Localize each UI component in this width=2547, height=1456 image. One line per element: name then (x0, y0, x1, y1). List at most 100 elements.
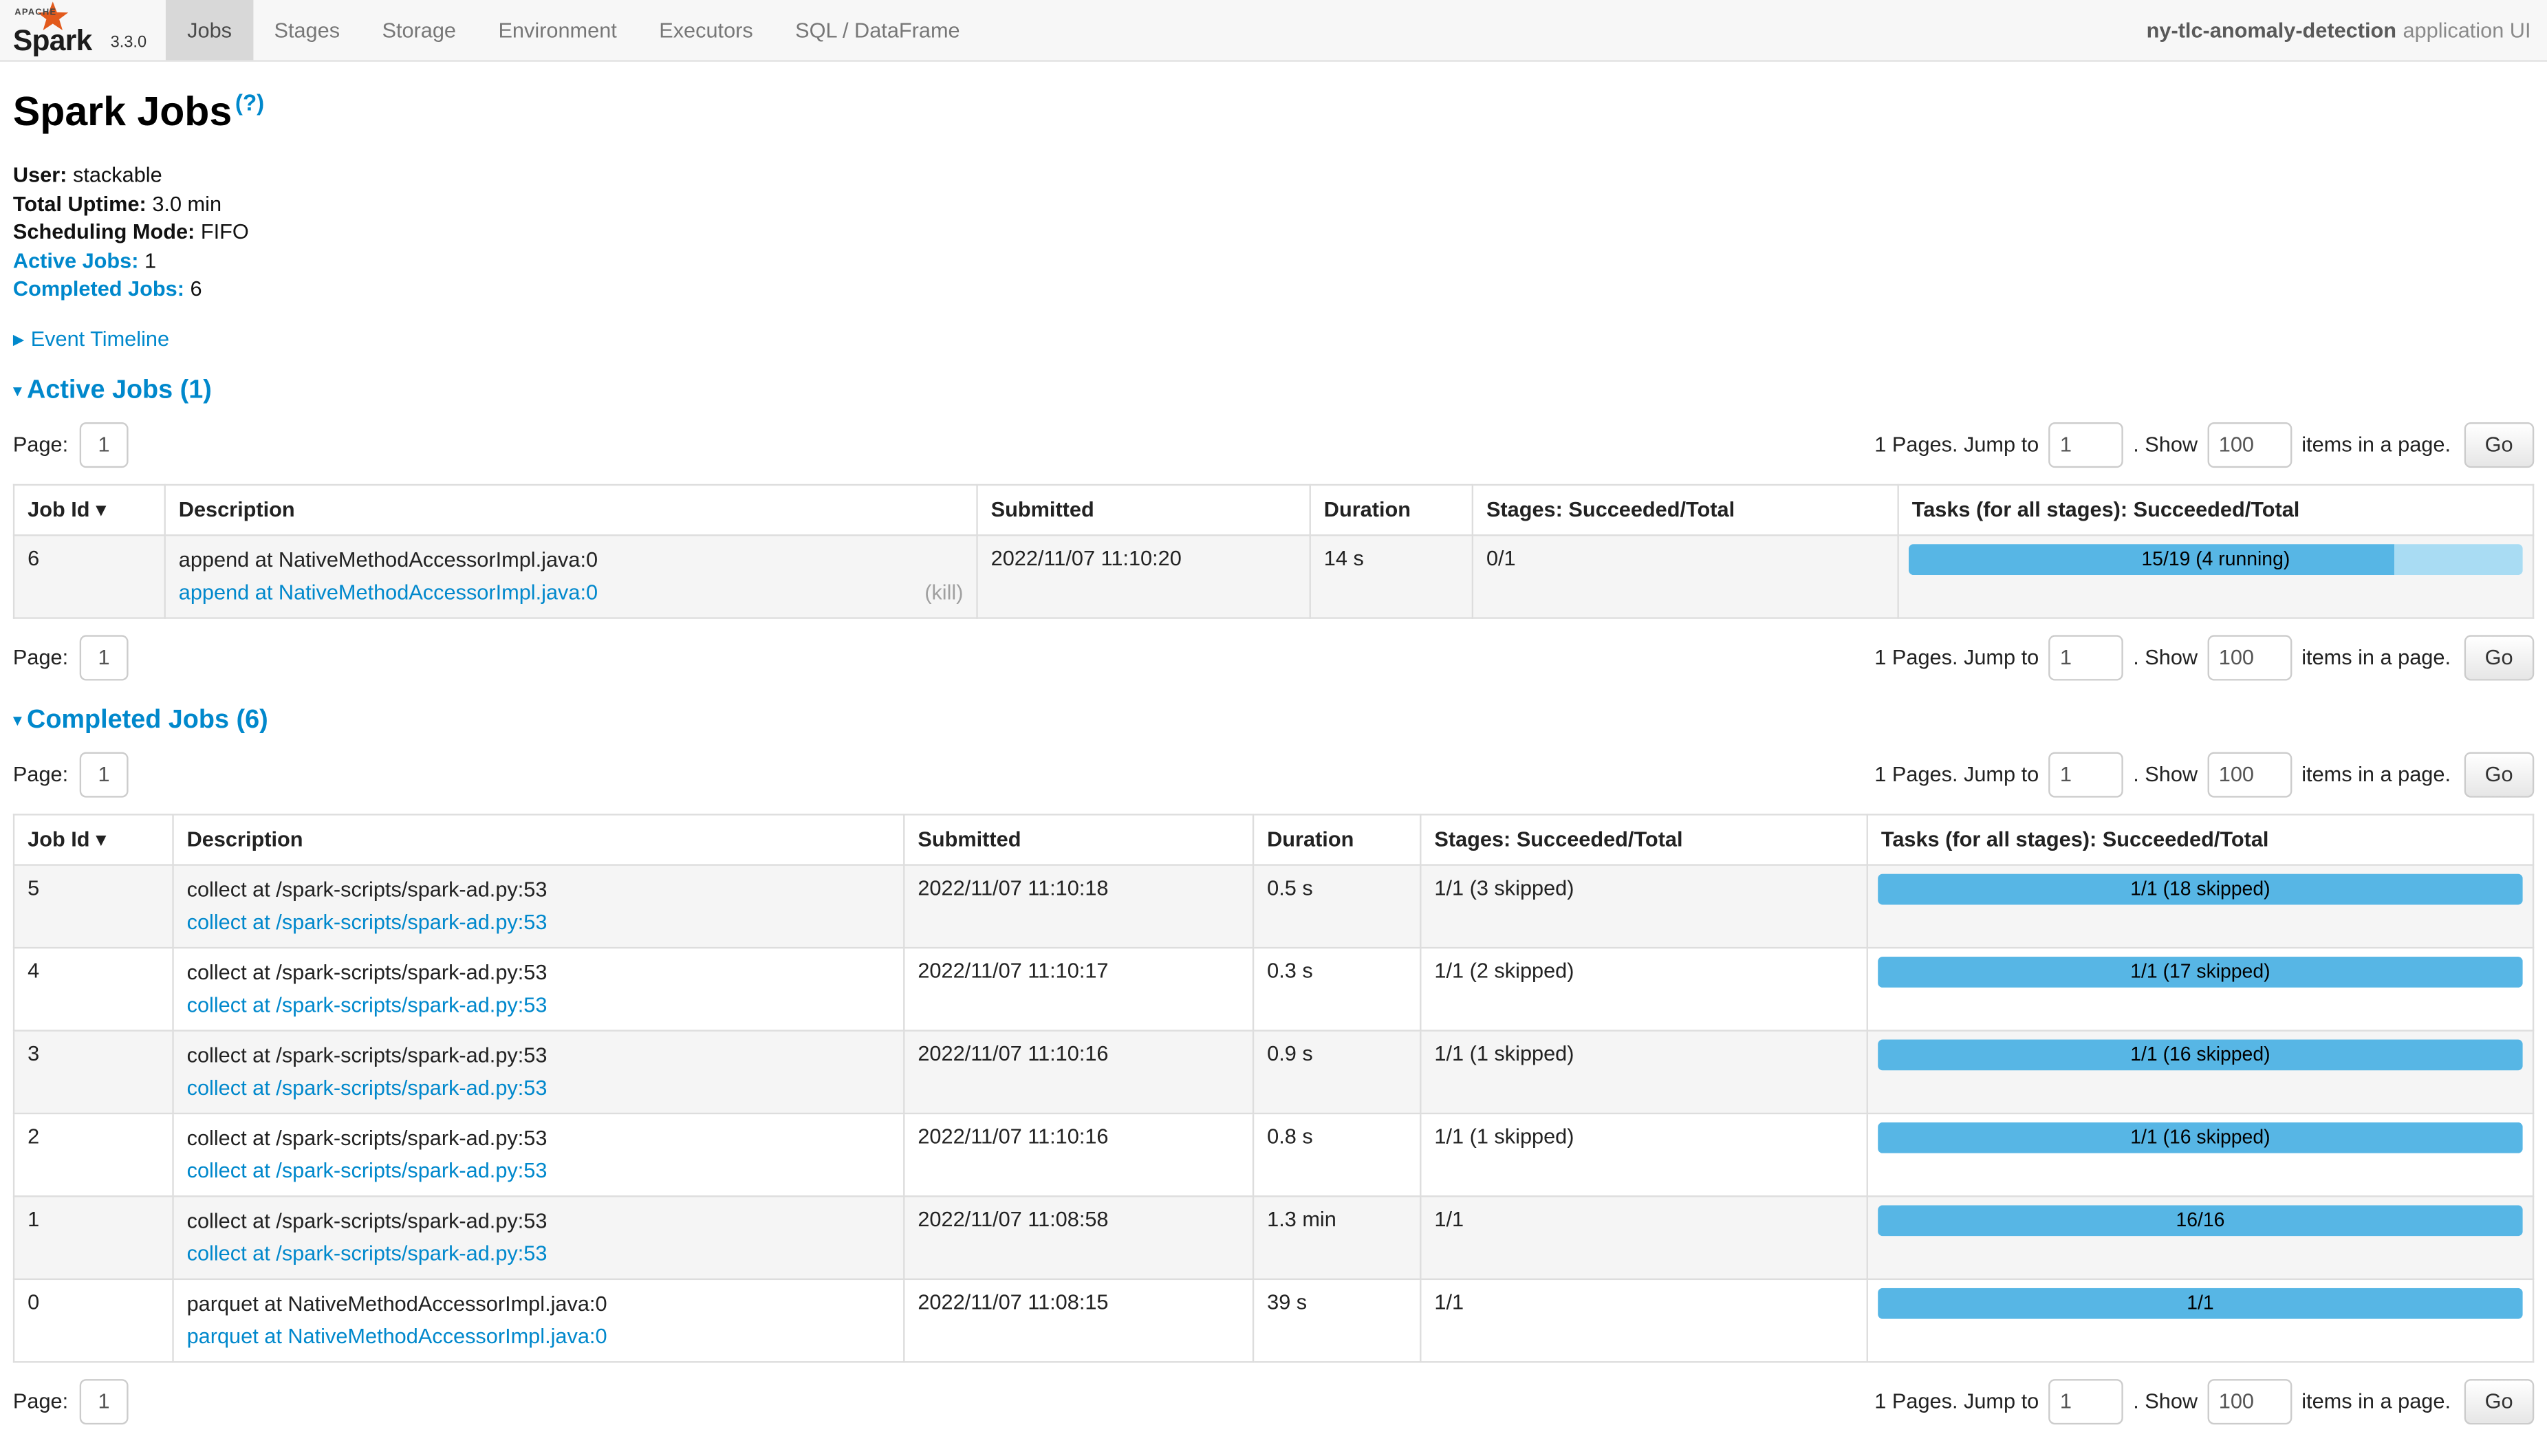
job-detail-link[interactable]: parquet at NativeMethodAccessorImpl.java… (187, 1323, 607, 1347)
progress-label: 1/1 (16 skipped) (1878, 1122, 2523, 1153)
go-button[interactable]: Go (2464, 634, 2534, 680)
tab-storage[interactable]: Storage (361, 0, 477, 60)
nav-tabs: Jobs Stages Storage Environment Executor… (166, 0, 981, 60)
jump-to-input[interactable] (2048, 1378, 2123, 1424)
spark-logo[interactable]: APACHE Spark 3.3.0 (0, 0, 166, 60)
job-description-cell: collect at /spark-scripts/spark-ad.py:53… (173, 947, 904, 1030)
tab-stages[interactable]: Stages (253, 0, 361, 60)
spark-version: 3.3.0 (111, 34, 147, 54)
col-header-duration[interactable]: Duration (1310, 484, 1473, 534)
job-detail-link[interactable]: append at NativeMethodAccessorImpl.java:… (179, 579, 598, 603)
pages-text: 1 Pages. Jump to (1874, 645, 2039, 669)
tab-sql-dataframe[interactable]: SQL / DataFrame (774, 0, 981, 60)
job-detail-link[interactable]: collect at /spark-scripts/spark-ad.py:53 (187, 992, 548, 1016)
col-header-stages[interactable]: Stages: Succeeded/Total (1473, 484, 1898, 534)
items-per-page-input[interactable] (2207, 634, 2292, 680)
col-header-submitted[interactable]: Submitted (977, 484, 1310, 534)
page-label: Page: (13, 1389, 68, 1413)
col-header-tasks[interactable]: Tasks (for all stages): Succeeded/Total (1867, 814, 2533, 864)
job-detail-link[interactable]: collect at /spark-scripts/spark-ad.py:53 (187, 1074, 548, 1098)
job-id-cell: 4 (14, 947, 173, 1030)
items-per-page-input[interactable] (2207, 422, 2292, 467)
items-per-page-input[interactable] (2207, 1378, 2292, 1424)
job-detail-link[interactable]: collect at /spark-scripts/spark-ad.py:53 (187, 1240, 548, 1264)
pages-text: 1 Pages. Jump to (1874, 432, 2039, 456)
jump-to-input[interactable] (2048, 634, 2123, 680)
job-id-cell: 3 (14, 1030, 173, 1112)
jump-to-input[interactable] (2048, 422, 2123, 467)
table-header-row: Job Id ▾ Description Submitted Duration … (14, 814, 2533, 864)
job-description-cell: collect at /spark-scripts/spark-ad.py:53… (173, 1030, 904, 1112)
job-submitted-cell: 2022/11/07 11:10:17 (904, 947, 1253, 1030)
spark-wordmark: Spark (13, 24, 92, 58)
job-stages-cell: 1/1 (1 skipped) (1420, 1113, 1867, 1195)
job-detail-link[interactable]: collect at /spark-scripts/spark-ad.py:53 (187, 1158, 548, 1182)
col-header-description[interactable]: Description (165, 484, 977, 534)
tab-jobs[interactable]: Jobs (166, 0, 252, 60)
jump-to-input[interactable] (2048, 751, 2123, 796)
col-header-job-id[interactable]: Job Id ▾ (14, 484, 165, 534)
progress-label: 1/1 (18 skipped) (1878, 873, 2523, 904)
page-number-input[interactable] (80, 1378, 129, 1424)
col-header-duration[interactable]: Duration (1253, 814, 1420, 864)
col-header-stages[interactable]: Stages: Succeeded/Total (1420, 814, 1867, 864)
pages-text: 1 Pages. Jump to (1874, 1389, 2039, 1413)
items-text: items in a page. (2301, 762, 2451, 786)
tab-environment[interactable]: Environment (477, 0, 638, 60)
page-number-input[interactable] (80, 634, 129, 680)
col-header-tasks[interactable]: Tasks (for all stages): Succeeded/Total (1898, 484, 2533, 534)
spark-jobs-page: APACHE Spark 3.3.0 Jobs Stages Storage E… (0, 0, 2547, 1334)
col-header-job-id[interactable]: Job Id ▾ (14, 814, 173, 864)
tab-executors[interactable]: Executors (638, 0, 774, 60)
job-duration-cell: 1.3 min (1253, 1195, 1420, 1278)
go-button[interactable]: Go (2464, 1378, 2534, 1424)
progress-label: 1/1 (17 skipped) (1878, 956, 2523, 987)
go-button[interactable]: Go (2464, 751, 2534, 796)
page-label: Page: (13, 645, 68, 669)
collapse-arrow-icon: ▾ (13, 710, 22, 730)
job-stages-cell: 1/1 (2 skipped) (1420, 947, 1867, 1030)
job-detail-link[interactable]: collect at /spark-scripts/spark-ad.py:53 (187, 909, 548, 933)
tasks-progress-bar: 16/16 (1878, 1204, 2523, 1235)
collapse-arrow-icon: ▾ (13, 381, 22, 400)
job-stages-cell: 1/1 (3 skipped) (1420, 864, 1867, 946)
help-link[interactable]: (?) (235, 89, 264, 116)
job-description-links: append at NativeMethodAccessorImpl.java:… (179, 578, 964, 605)
job-tasks-cell: 1/1 (16 skipped) (1867, 1030, 2533, 1112)
completed-jobs-section-title: Completed Jobs (6) (27, 706, 268, 733)
col-header-description[interactable]: Description (173, 814, 904, 864)
completed-jobs-section-header[interactable]: ▾Completed Jobs (6) (13, 706, 2534, 735)
table-row: 0 parquet at NativeMethodAccessorImpl.ja… (14, 1279, 2533, 1361)
job-stages-cell: 1/1 (1420, 1195, 1867, 1278)
go-button[interactable]: Go (2464, 422, 2534, 467)
apache-label: APACHE (14, 8, 56, 18)
active-jobs-section-header[interactable]: ▾Active Jobs (1) (13, 376, 2534, 406)
spark-logo-mark: APACHE Spark (13, 3, 104, 54)
pagination-controls: 1 Pages. Jump to . Show items in a page.… (1874, 634, 2534, 680)
job-id-cell: 0 (14, 1279, 173, 1361)
page-number-input[interactable] (80, 751, 129, 796)
pagination-bar: Page: 1 Pages. Jump to . Show items in a… (13, 1378, 2534, 1424)
application-ui-suffix: application UI (2403, 18, 2530, 42)
page-number-input[interactable] (80, 422, 129, 467)
active-jobs-link[interactable]: Active Jobs: (13, 248, 139, 272)
completed-jobs-link[interactable]: Completed Jobs: (13, 276, 184, 300)
application-label: ny-tlc-anomaly-detection application UI (2147, 0, 2547, 60)
active-jobs-table: Job Id ▾ Description Submitted Duration … (13, 483, 2534, 618)
pagination-bar: Page: 1 Pages. Jump to . Show items in a… (13, 422, 2534, 467)
items-per-page-input[interactable] (2207, 751, 2292, 796)
completed-jobs-table: Job Id ▾ Description Submitted Duration … (13, 813, 2534, 1362)
job-duration-cell: 0.5 s (1253, 864, 1420, 946)
pagination-controls: 1 Pages. Jump to . Show items in a page.… (1874, 751, 2534, 796)
expand-arrow-icon: ▶ (13, 331, 24, 347)
col-header-submitted[interactable]: Submitted (904, 814, 1253, 864)
event-timeline-toggle[interactable]: ▶Event Timeline (13, 326, 2534, 350)
progress-label: 16/16 (1878, 1204, 2523, 1235)
page-label: Page: (13, 432, 68, 456)
job-duration-cell: 0.8 s (1253, 1113, 1420, 1195)
kill-link[interactable]: (kill) (924, 578, 963, 605)
job-description-cell: parquet at NativeMethodAccessorImpl.java… (173, 1279, 904, 1361)
tasks-progress-bar: 1/1 (17 skipped) (1878, 956, 2523, 987)
pagination-bar: Page: 1 Pages. Jump to . Show items in a… (13, 634, 2534, 680)
completed-jobs-count: 6 (191, 276, 202, 300)
